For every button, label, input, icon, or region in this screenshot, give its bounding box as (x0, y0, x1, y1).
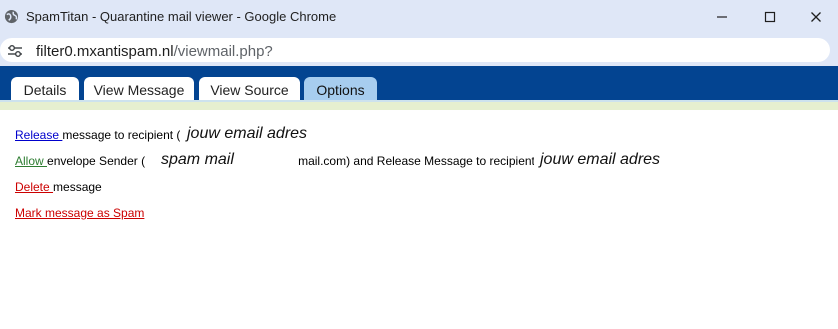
mark-as-spam-link[interactable]: Mark message as Spam (15, 206, 144, 220)
annotation-recipient-2: jouw email adres (540, 151, 661, 168)
url-text: filter0.mxantispam.nl/viewmail.php? (36, 43, 273, 60)
close-window-button[interactable] (796, 4, 836, 30)
allow-text-before: envelope Sender ( (47, 154, 146, 168)
url-path: /viewmail.php? (173, 43, 273, 60)
url-field[interactable]: filter0.mxantispam.nl/viewmail.php? (0, 38, 830, 62)
release-text: message to recipient ( (62, 128, 181, 142)
delete-row: Delete message (15, 180, 102, 194)
release-row: Release message to recipient ( (15, 128, 180, 142)
maximize-button[interactable] (750, 4, 790, 30)
allow-row: Allow envelope Sender ( mail.com) and Rel… (15, 154, 535, 168)
tab-details[interactable]: Details (11, 77, 79, 102)
tab-view-source[interactable]: View Source (199, 77, 300, 102)
delete-link[interactable]: Delete (15, 180, 53, 194)
allow-link[interactable]: Allow (15, 154, 47, 168)
address-bar: filter0.mxantispam.nl/viewmail.php? (0, 34, 838, 66)
close-icon (811, 12, 821, 22)
annotation-recipient-1: jouw email adres (187, 125, 308, 142)
maximize-icon (764, 11, 776, 23)
delete-text: message (53, 180, 102, 194)
site-settings-icon[interactable] (8, 45, 22, 57)
tab-bar: Details View Message View Source Options (0, 66, 838, 102)
url-host: filter0.mxantispam.nl (36, 43, 174, 60)
window-title: SpamTitan - Quarantine mail viewer - Goo… (26, 9, 337, 24)
tab-view-message[interactable]: View Message (84, 77, 194, 102)
spam-row: Mark message as Spam (15, 206, 144, 220)
allow-text-after: mail.com) and Release Message to recipie… (298, 154, 535, 168)
window-titlebar: SpamTitan - Quarantine mail viewer - Goo… (0, 0, 838, 34)
annotation-sender: spam mail (161, 151, 234, 168)
tab-options[interactable]: Options (304, 77, 377, 102)
minimize-button[interactable] (702, 4, 742, 30)
globe-icon (4, 9, 19, 24)
release-link[interactable]: Release (15, 128, 62, 142)
minimize-icon (717, 16, 727, 18)
tab-underline (0, 100, 838, 110)
